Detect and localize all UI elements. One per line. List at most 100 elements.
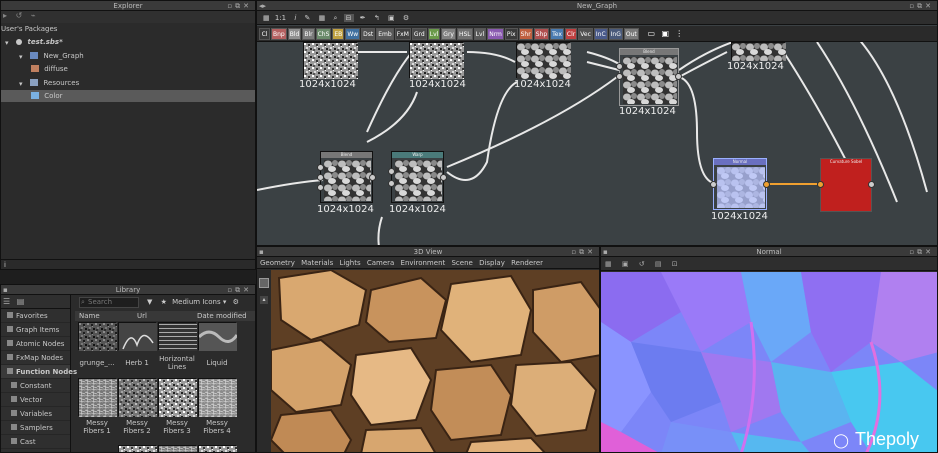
node-chip[interactable]: FxM <box>394 28 411 40</box>
node-chip[interactable]: Bnp <box>271 28 287 40</box>
library-thumb[interactable] <box>158 378 197 417</box>
panel-controls-icon[interactable]: ▫⧉✕ <box>909 1 934 11</box>
image-icon[interactable]: ▣ <box>622 260 629 268</box>
category-fxmap-nodes[interactable]: FxMap Nodes <box>1 351 70 365</box>
library-thumb[interactable] <box>78 378 117 417</box>
zoom-level[interactable]: 1:1 <box>275 14 286 22</box>
graph-node-curvature-sobel[interactable]: Curvature Sobel <box>817 158 875 212</box>
output-pin[interactable] <box>440 174 447 181</box>
refresh-icon[interactable]: ↺ <box>16 11 23 20</box>
output-pin[interactable] <box>868 181 875 188</box>
node-chip[interactable]: Gry <box>441 28 456 40</box>
rotate-icon[interactable]: ↺ <box>639 260 645 268</box>
node-chip[interactable]: Lvl <box>473 28 487 40</box>
output-pin[interactable] <box>675 73 682 80</box>
arrow-icon[interactable]: ↰ <box>374 14 380 22</box>
node-chip[interactable]: Emb <box>376 28 394 40</box>
node-chip[interactable]: Grd <box>411 28 427 40</box>
node-chip[interactable]: Clr <box>564 28 578 40</box>
column-url[interactable]: Url <box>137 311 147 321</box>
graph-node[interactable] <box>303 42 358 79</box>
node-chip[interactable]: Bld <box>287 28 302 40</box>
align-icon[interactable]: ⊟ <box>343 14 354 22</box>
node-chip[interactable]: Ww <box>345 28 361 40</box>
pen-icon[interactable]: ✒ <box>360 14 366 22</box>
table-icon[interactable]: ▦ <box>263 14 270 22</box>
list-icon[interactable]: ☰ <box>3 297 10 306</box>
input-pin[interactable] <box>616 73 623 80</box>
link[interactable] <box>678 76 718 185</box>
search-icon[interactable]: ⌕ <box>334 14 338 22</box>
link[interactable] <box>586 61 620 71</box>
view-mode-select[interactable]: Medium Icons <box>172 298 221 306</box>
category-favorites[interactable]: Favorites <box>1 309 70 323</box>
graph-node[interactable] <box>731 42 786 61</box>
panel-controls-icon[interactable]: ▫⧉✕ <box>909 247 934 257</box>
italic-icon[interactable]: i <box>294 14 296 22</box>
library-menu-icon[interactable]: ▪ <box>3 285 8 295</box>
settings-icon[interactable]: ⚙ <box>403 14 409 22</box>
category-variables[interactable]: Variables <box>1 407 70 421</box>
scroll-up-icon[interactable]: ▴ <box>260 296 268 304</box>
input-pin[interactable] <box>388 180 395 187</box>
new-package-icon[interactable]: ▸ <box>3 11 7 20</box>
output-pin[interactable] <box>763 181 770 188</box>
chevron-down-icon[interactable]: ▾ <box>5 37 11 47</box>
grid-icon[interactable]: ▤ <box>655 260 662 268</box>
output-pin[interactable] <box>369 174 376 181</box>
node-chip[interactable]: Blr <box>302 28 315 40</box>
link-icon[interactable]: ⌁ <box>31 11 36 20</box>
chevron-down-icon[interactable]: ▾ <box>19 78 25 88</box>
menu-renderer[interactable]: Renderer <box>511 259 543 267</box>
menu-scene[interactable]: Scene <box>451 259 472 267</box>
category-samplers[interactable]: Samplers <box>1 421 70 435</box>
library-thumb[interactable] <box>118 378 157 417</box>
library-thumb[interactable] <box>197 322 239 351</box>
panel-controls-icon[interactable]: ▫⧉✕ <box>571 247 596 257</box>
menu-lights[interactable]: Lights <box>339 259 360 267</box>
graph-node-blend[interactable]: Blend <box>317 151 376 203</box>
input-pin[interactable] <box>616 63 623 70</box>
library-thumb[interactable] <box>198 445 237 452</box>
camera-icon[interactable] <box>259 278 269 288</box>
input-pin[interactable] <box>710 181 717 188</box>
node-chip[interactable]: Vec <box>578 28 593 40</box>
graph-node-normal[interactable]: Normal <box>710 158 770 210</box>
node-chip[interactable]: Shp <box>533 28 550 40</box>
column-name[interactable]: Name <box>79 311 100 321</box>
filter-icon[interactable]: ▼ <box>147 298 152 306</box>
chevron-down-icon[interactable]: ▾ <box>19 51 25 61</box>
library-search-input[interactable]: ⌕ Search <box>79 297 139 308</box>
node-chip[interactable]: EB <box>332 28 345 40</box>
category-vector[interactable]: Vector <box>1 393 70 407</box>
graph-node[interactable] <box>516 42 571 79</box>
tree-item-color[interactable]: Color <box>1 90 255 102</box>
node-chip[interactable]: Shr <box>518 28 533 40</box>
graph-node-blend[interactable]: Blend <box>616 48 682 106</box>
input-pin[interactable] <box>317 184 324 191</box>
category-cast[interactable]: Cast <box>1 435 70 449</box>
tree-item-package[interactable]: ▾ test.sbs* <box>1 36 255 48</box>
normal-map-viewport[interactable] <box>601 272 937 452</box>
node-chip[interactable]: Tex <box>550 28 564 40</box>
category-atomic-nodes[interactable]: Atomic Nodes <box>1 337 70 351</box>
input-pin[interactable] <box>388 168 395 175</box>
settings-icon[interactable]: ⚙ <box>233 298 239 306</box>
category-graph-items[interactable]: Graph Items <box>1 323 70 337</box>
info-icon[interactable]: i <box>4 261 6 269</box>
tree-item-resources[interactable]: ▾ Resources <box>1 77 255 89</box>
node-chip[interactable]: InG <box>608 28 623 40</box>
node-chip[interactable]: InC <box>593 28 608 40</box>
pin-icon[interactable]: ⋮ <box>674 28 685 40</box>
graph-node[interactable] <box>409 42 464 79</box>
library-thumb[interactable] <box>78 322 117 351</box>
layout-icon[interactable]: ▣ <box>388 14 395 22</box>
category-function-nodes[interactable]: Function Nodes <box>1 365 77 379</box>
node-chip[interactable]: Nrm <box>487 28 504 40</box>
node-chip[interactable]: Pix <box>504 28 518 40</box>
chevron-down-icon[interactable]: ▾ <box>223 298 227 306</box>
panel-menu-icon[interactable]: ▪ <box>603 247 608 257</box>
node-chip[interactable]: Dst <box>361 28 376 40</box>
panel-controls-icon[interactable]: ▫⧉✕ <box>227 1 252 11</box>
menu-display[interactable]: Display <box>479 259 505 267</box>
